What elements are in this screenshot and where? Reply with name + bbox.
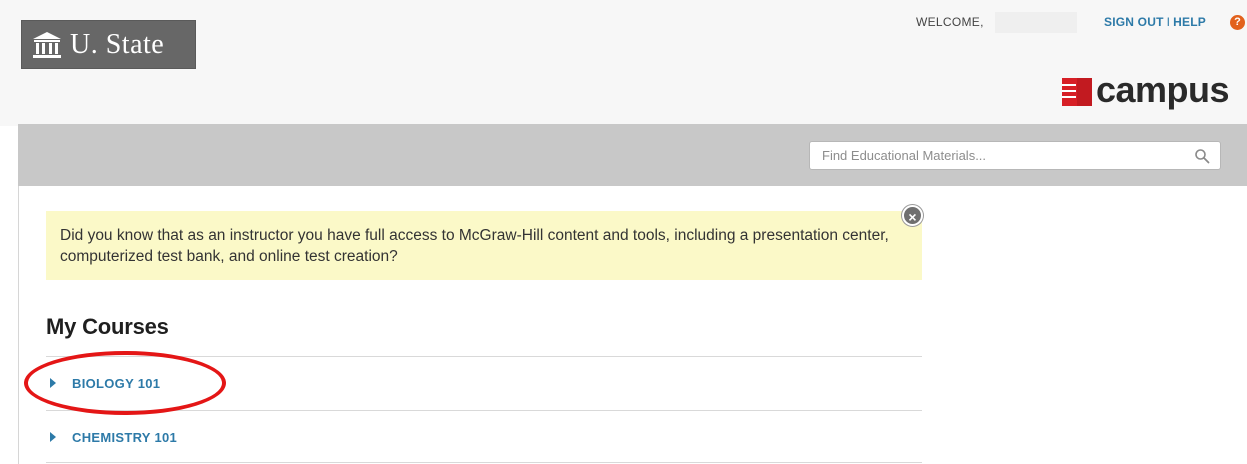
search-icon[interactable] — [1194, 148, 1210, 169]
search-box[interactable] — [809, 141, 1221, 170]
course-label[interactable]: BIOLOGY 101 — [72, 376, 160, 391]
username-redacted — [995, 12, 1077, 33]
welcome-label: WELCOME, — [916, 15, 984, 29]
header: U. State WELCOME, SIGN OUT I HELP ? camp… — [0, 0, 1247, 126]
mcgraw-hill-logo-icon — [1062, 77, 1092, 106]
close-circle-icon[interactable]: × — [902, 205, 923, 226]
institution-name: U. State — [70, 28, 165, 60]
sign-out-link[interactable]: SIGN OUT — [1104, 15, 1164, 29]
notice-text: Did you know that as an instructor you h… — [60, 227, 889, 265]
course-item-chemistry-101[interactable]: CHEMISTRY 101 — [50, 426, 177, 448]
building-columns-icon — [32, 31, 62, 59]
link-separator: I — [1166, 15, 1171, 29]
course-label[interactable]: CHEMISTRY 101 — [72, 430, 177, 445]
institution-logo[interactable]: U. State — [21, 20, 196, 69]
campus-brand: campus — [1062, 69, 1230, 110]
triangle-right-icon — [50, 378, 56, 388]
course-item-biology-101[interactable]: BIOLOGY 101 — [50, 372, 160, 394]
my-courses-heading: My Courses — [46, 314, 169, 339]
divider — [46, 462, 922, 463]
instructor-notice: Did you know that as an instructor you h… — [46, 211, 922, 280]
account-links: SIGN OUT I HELP — [1104, 15, 1206, 29]
divider — [46, 356, 922, 357]
question-circle-icon[interactable]: ? — [1230, 15, 1245, 30]
divider — [46, 410, 922, 411]
triangle-right-icon — [50, 432, 56, 442]
page: U. State WELCOME, SIGN OUT I HELP ? camp… — [0, 0, 1247, 464]
search-input[interactable] — [810, 142, 1180, 169]
brand-name: campus — [1096, 69, 1230, 110]
help-link[interactable]: HELP — [1173, 15, 1206, 29]
